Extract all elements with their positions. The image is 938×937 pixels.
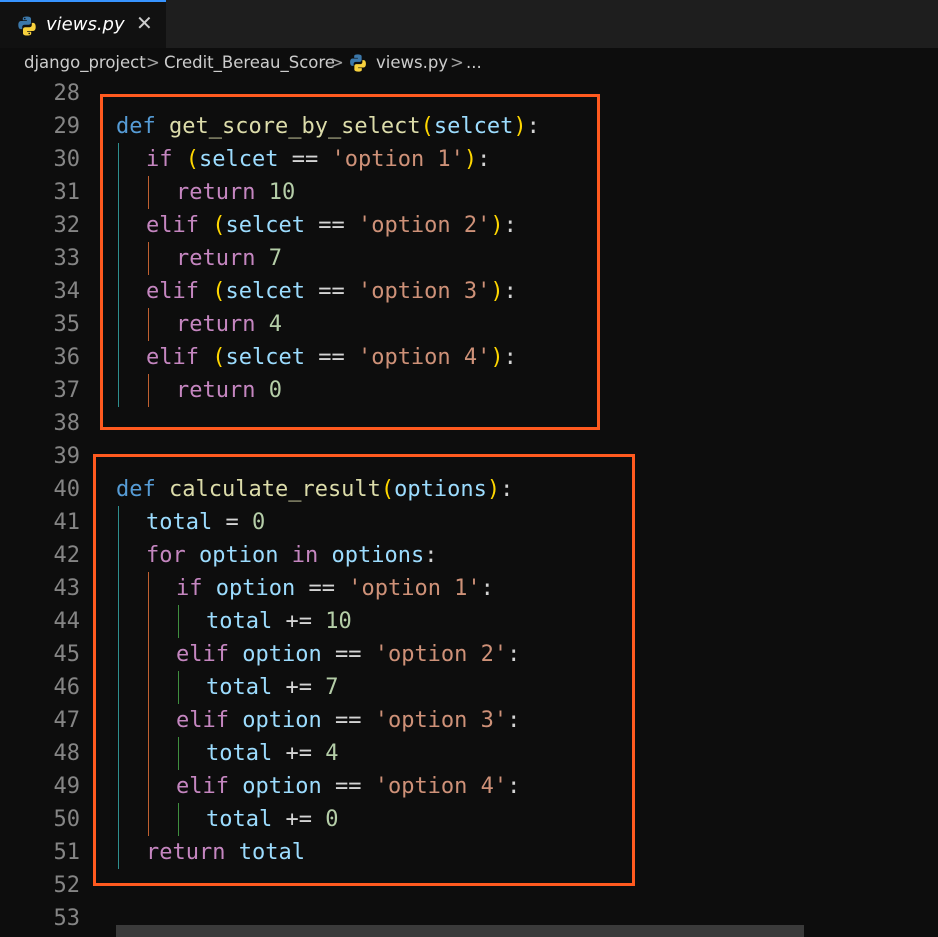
tab-label: views.py: [46, 14, 125, 35]
line-number: 28: [53, 81, 81, 106]
highlight-box-calculate-result: [93, 454, 635, 886]
breadcrumb-subfolder[interactable]: Credit_Bereau_Score: [164, 53, 335, 72]
chevron-right-icon: >: [146, 53, 160, 72]
python-icon: [18, 16, 36, 36]
breadcrumb-more[interactable]: ...: [466, 53, 482, 72]
line-number: 34: [53, 279, 81, 304]
line-number: 30: [53, 147, 81, 172]
highlight-box-get-score: [100, 94, 600, 430]
breadcrumb-folder[interactable]: django_project: [24, 53, 146, 72]
tab-views-py[interactable]: views.py ✕: [0, 0, 166, 48]
line-number: 50: [53, 807, 81, 832]
line-number: 49: [53, 774, 81, 799]
line-number: 29: [53, 114, 81, 139]
python-icon: [350, 54, 366, 72]
breadcrumb-file[interactable]: views.py: [376, 53, 448, 72]
chevron-right-icon: >: [450, 53, 464, 72]
line-number: 52: [53, 873, 81, 898]
line-number: 36: [53, 345, 81, 370]
line-number: 42: [53, 543, 81, 568]
line-number: 45: [53, 642, 81, 667]
line-number: 51: [53, 840, 81, 865]
line-number: 32: [53, 213, 81, 238]
code-editor[interactable]: 28 29 30 31 32 33 34 35 36 37 38 39 40 4…: [0, 80, 938, 937]
horizontal-scrollbar[interactable]: [116, 925, 804, 937]
line-number: 35: [53, 312, 81, 337]
line-number: 31: [53, 180, 81, 205]
line-number: 53: [53, 906, 81, 931]
line-number: 40: [53, 477, 81, 502]
line-number: 47: [53, 708, 81, 733]
line-number: 46: [53, 675, 81, 700]
line-number: 48: [53, 741, 81, 766]
line-number: 39: [53, 444, 81, 469]
tab-bar: views.py ✕: [0, 0, 938, 48]
line-number: 44: [53, 609, 81, 634]
line-number: 37: [53, 378, 81, 403]
close-icon[interactable]: ✕: [136, 11, 153, 35]
line-number: 43: [53, 576, 81, 601]
line-number: 33: [53, 246, 81, 271]
breadcrumb: django_project > Credit_Bereau_Score > v…: [0, 48, 938, 80]
line-number: 41: [53, 510, 81, 535]
chevron-right-icon: >: [330, 53, 344, 72]
line-number: 38: [53, 411, 81, 436]
